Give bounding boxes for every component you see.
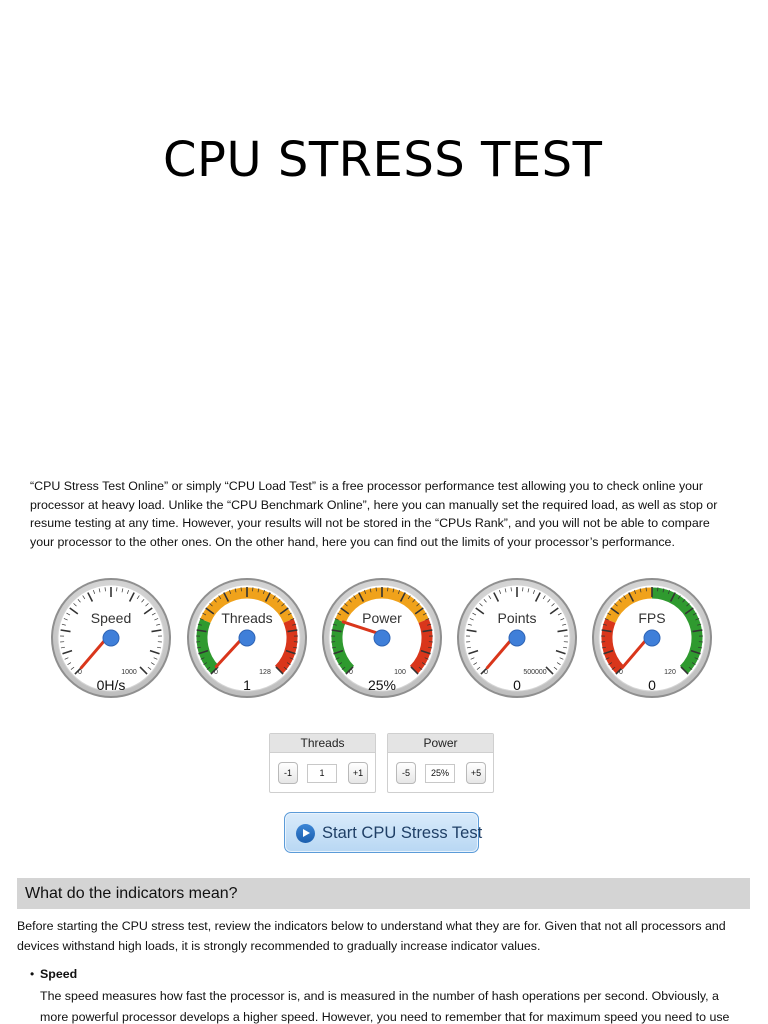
gauge-min-label: 0	[214, 669, 218, 676]
gauge-min-label: 0	[349, 669, 353, 676]
gauge-hub	[102, 629, 120, 647]
gauge-min-label: 0	[78, 669, 82, 676]
points-gauge: Points 0 500000 0	[456, 566, 578, 712]
power-control-panel: Power -5 25% +5	[387, 733, 494, 793]
bullet-term: Speed	[40, 967, 78, 981]
start-button-label: Start CPU Stress Test	[322, 824, 483, 842]
gauge-hub	[643, 629, 661, 647]
threads-increment-button[interactable]: +1	[348, 762, 368, 784]
gauge-min-label: 0	[619, 669, 623, 676]
gauge-max-label: 1000	[121, 669, 137, 676]
gauge-label: Threads	[221, 610, 272, 626]
gauge-max-label: 500000	[523, 669, 546, 676]
gauge-row: Speed 0 1000 0H/s Threads 0 128 1 Power …	[50, 566, 720, 712]
threads-control-panel: Threads -1 1 +1	[269, 733, 376, 793]
gauge-label: FPS	[638, 610, 665, 626]
power-control-header: Power	[388, 734, 493, 753]
gauge-value: 0H/s	[97, 677, 126, 693]
threads-control-header: Threads	[270, 734, 375, 753]
gauge-max-label: 120	[664, 669, 676, 676]
gauge-value: 0	[648, 677, 656, 693]
gauge-value: 25%	[368, 677, 396, 693]
play-icon	[296, 824, 315, 843]
gauge-label: Points	[498, 610, 537, 626]
section-header: What do the indicators mean?	[17, 878, 750, 909]
threads-decrement-button[interactable]: -1	[278, 762, 298, 784]
section-heading: What do the indicators mean?	[25, 885, 238, 902]
gauge-min-label: 0	[484, 669, 488, 676]
threads-gauge: Threads 0 128 1	[186, 566, 308, 712]
bullet-description: The speed measures how fast the processo…	[40, 989, 730, 1024]
fps-gauge: FPS 0 120 0	[591, 566, 713, 712]
power-increment-button[interactable]: +5	[466, 762, 486, 784]
gauge-max-label: 100	[394, 669, 406, 676]
start-stress-test-button[interactable]: Start CPU Stress Test	[284, 812, 483, 853]
gauge-label: Power	[362, 610, 402, 626]
gauge-max-label: 128	[259, 669, 271, 676]
power-gauge: Power 0 100 25%	[321, 566, 443, 712]
speed-gauge: Speed 0 1000 0H/s	[50, 566, 172, 712]
power-value-field[interactable]: 25%	[425, 764, 455, 783]
gauge-hub	[508, 629, 526, 647]
intro-paragraph: “CPU Stress Test Online” or simply “CPU …	[30, 479, 718, 549]
power-decrement-button[interactable]: -5	[396, 762, 416, 784]
gauge-value: 0	[513, 677, 521, 693]
gauge-label: Speed	[91, 610, 131, 626]
gauge-hub	[373, 629, 391, 647]
gauge-hub	[238, 629, 256, 647]
bullet-dot: •	[30, 967, 35, 981]
gauge-value: 1	[243, 677, 251, 693]
slide-title: CPU STRESS TEST	[163, 132, 603, 188]
section-paragraph: Before starting the CPU stress test, rev…	[17, 919, 726, 953]
threads-value-field[interactable]: 1	[307, 764, 337, 783]
